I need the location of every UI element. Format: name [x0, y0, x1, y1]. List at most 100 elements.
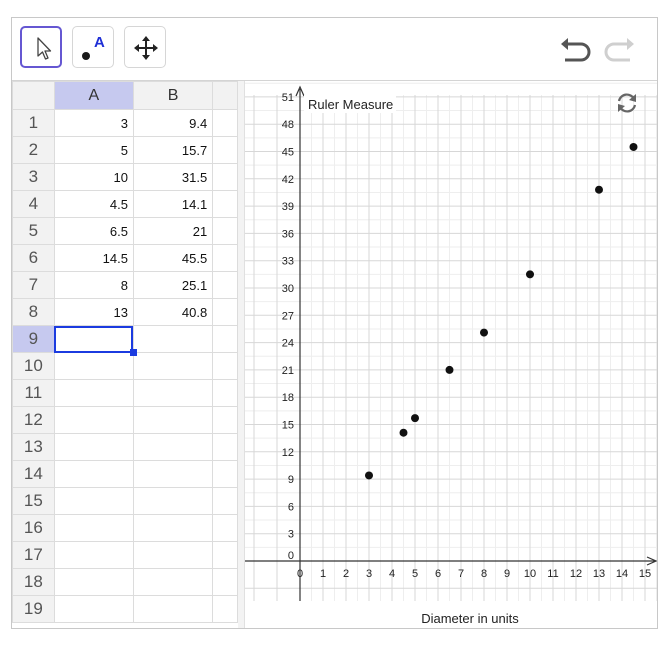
cell-c[interactable]	[212, 217, 238, 245]
cell-a[interactable]: 8	[53, 271, 134, 299]
cell-a[interactable]	[53, 514, 134, 542]
cell-c[interactable]	[212, 406, 238, 434]
cell-c[interactable]	[212, 460, 238, 488]
cell-a[interactable]: 6.5	[53, 217, 134, 245]
cell-a[interactable]: 5	[53, 136, 134, 164]
cell-c[interactable]	[212, 244, 238, 272]
row-header[interactable]: 9	[12, 325, 55, 353]
cell-a[interactable]	[53, 541, 134, 569]
cell-c[interactable]	[212, 271, 238, 299]
cell-b[interactable]: 9.4	[132, 109, 214, 137]
row-header[interactable]: 16	[12, 514, 55, 542]
cell-c[interactable]	[212, 298, 238, 326]
cell-b[interactable]	[132, 433, 214, 461]
cell-a[interactable]	[53, 379, 134, 407]
row-header[interactable]: 14	[12, 460, 55, 488]
spreadsheet-view: A B 1 3 9.4 2 5 15.7 3 10 31.5 4 4.5 14.1 5 6.5 21 6 14.…	[12, 81, 239, 628]
cell-b[interactable]	[132, 325, 214, 353]
table-row: 9	[12, 325, 238, 356]
cell-a[interactable]	[53, 460, 134, 488]
cell-b[interactable]	[132, 379, 214, 407]
cell-c[interactable]	[212, 352, 238, 380]
row-header[interactable]: 17	[12, 541, 55, 569]
row-header[interactable]: 19	[12, 595, 55, 623]
cell-c[interactable]	[212, 568, 238, 596]
x-tick-label: 3	[366, 568, 372, 580]
cell-a[interactable]	[53, 433, 134, 461]
cell-c[interactable]	[212, 541, 238, 569]
cell-b[interactable]	[132, 352, 214, 380]
cell-a[interactable]: 3	[53, 109, 134, 137]
cell-a[interactable]	[53, 487, 134, 515]
cell-b[interactable]: 31.5	[132, 163, 214, 191]
view-divider[interactable]	[238, 81, 245, 628]
y-tick-label: 21	[282, 365, 294, 377]
cell-b[interactable]: 14.1	[132, 190, 214, 218]
cell-c[interactable]	[212, 190, 238, 218]
cell-a[interactable]	[53, 406, 134, 434]
fill-handle[interactable]	[129, 349, 137, 356]
row-header[interactable]: 15	[12, 487, 55, 515]
cell-c[interactable]	[212, 109, 238, 137]
cell-a[interactable]: 4.5	[53, 190, 134, 218]
cell-c[interactable]	[212, 379, 238, 407]
selected-cell-a9[interactable]	[53, 325, 137, 356]
column-header-b[interactable]: B	[132, 81, 214, 110]
cell-b[interactable]: 25.1	[132, 271, 214, 299]
data-point	[526, 270, 534, 279]
row-header[interactable]: 1	[12, 109, 55, 137]
cell-b[interactable]	[132, 406, 214, 434]
corner-cell[interactable]	[12, 81, 55, 110]
cell-c[interactable]	[212, 163, 238, 191]
point-tool-button[interactable]: A	[72, 26, 114, 68]
cell-b[interactable]	[132, 568, 214, 596]
cell-a[interactable]	[53, 352, 134, 380]
move-arrows-icon	[134, 36, 158, 60]
move-tool-button[interactable]	[20, 26, 62, 68]
cell-a[interactable]: 10	[53, 163, 134, 191]
y-tick-label: 36	[282, 228, 294, 240]
spreadsheet-grid: A B 1 3 9.4 2 5 15.7 3 10 31.5 4 4.5 14.1 5 6.5 21 6 14.…	[12, 81, 238, 623]
cell-b[interactable]	[132, 514, 214, 542]
row-header[interactable]: 6	[12, 244, 55, 272]
cell-c[interactable]	[212, 136, 238, 164]
row-header[interactable]: 13	[12, 433, 55, 461]
scatter-plot[interactable]: 0 1 2 3 4 5 6 7 8 9 10 11 12 13 14 15036912151821242730…	[245, 81, 657, 628]
undo-button[interactable]	[557, 32, 593, 68]
cell-b[interactable]	[132, 487, 214, 515]
row-header[interactable]: 8	[12, 298, 55, 326]
row-header[interactable]: 4	[12, 190, 55, 218]
row-header[interactable]: 11	[12, 379, 55, 407]
column-header-extra[interactable]	[212, 81, 238, 110]
cell-c[interactable]	[212, 514, 238, 542]
cell-a[interactable]	[53, 595, 134, 623]
x-tick-label: 9	[504, 568, 510, 580]
row-header[interactable]: 7	[12, 271, 55, 299]
redo-button[interactable]	[602, 32, 638, 68]
row-header[interactable]: 3	[12, 163, 55, 191]
cell-a[interactable]	[53, 568, 134, 596]
cell-c[interactable]	[212, 595, 238, 623]
row-header[interactable]: 18	[12, 568, 55, 596]
row-header[interactable]: 10	[12, 352, 55, 380]
cell-b[interactable]: 40.8	[132, 298, 214, 326]
cell-a[interactable]: 14.5	[53, 244, 134, 272]
cell-b[interactable]	[132, 541, 214, 569]
cell-a[interactable]: 13	[53, 298, 134, 326]
row-header[interactable]: 2	[12, 136, 55, 164]
y-tick-label: 18	[282, 392, 294, 404]
cell-c[interactable]	[212, 487, 238, 515]
column-header-a[interactable]: A	[53, 81, 134, 110]
cell-c[interactable]	[212, 433, 238, 461]
cell-c[interactable]	[212, 325, 238, 353]
graphics-view[interactable]: 0 1 2 3 4 5 6 7 8 9 10 11 12 13 14 15 0 3 6 9 12 15 18 21 24 27 30…	[245, 81, 657, 628]
cell-b[interactable]	[132, 595, 214, 623]
cell-b[interactable]: 15.7	[132, 136, 214, 164]
row-header[interactable]: 12	[12, 406, 55, 434]
cell-b[interactable]	[132, 460, 214, 488]
row-header[interactable]: 5	[12, 217, 55, 245]
table-row: 18	[12, 568, 238, 596]
move-graphics-tool-button[interactable]	[124, 26, 166, 68]
cell-b[interactable]: 45.5	[132, 244, 214, 272]
cell-b[interactable]: 21	[132, 217, 214, 245]
